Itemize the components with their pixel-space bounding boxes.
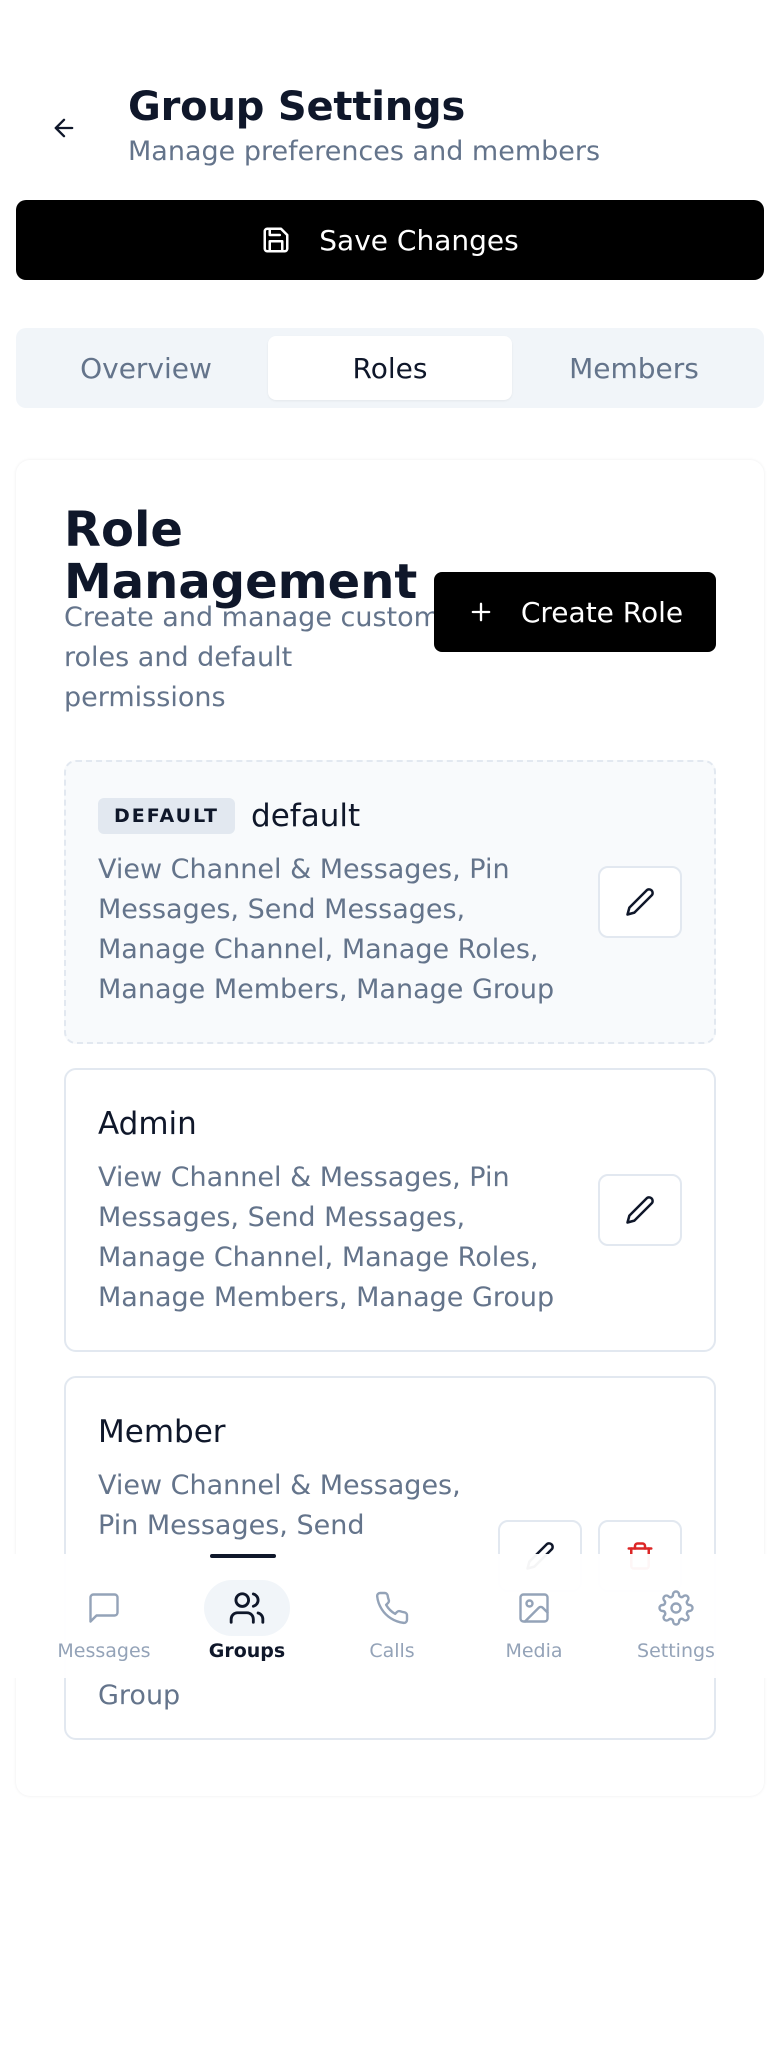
image-icon (519, 1593, 549, 1623)
role-card-admin: Admin View Channel & Messages, Pin Messa… (64, 1068, 716, 1352)
role-permissions: View Channel & Messages, Pin Messages, S… (98, 854, 555, 1005)
role-card-default: DEFAULT default View Channel & Messages,… (64, 760, 716, 1044)
edit-role-button[interactable] (598, 1174, 682, 1246)
edit-role-button[interactable] (598, 866, 682, 938)
back-button[interactable] (42, 106, 86, 150)
settings-tabs: Overview Roles Members (16, 328, 764, 408)
nav-label: Calls (369, 1640, 415, 1662)
bottom-navigation: Messages Groups Calls Media Settings (0, 1554, 780, 1678)
page-subtitle: Manage preferences and members (128, 136, 601, 167)
nav-calls[interactable]: Calls (320, 1554, 464, 1678)
tab-overview[interactable]: Overview (24, 336, 268, 400)
default-badge: DEFAULT (98, 798, 236, 834)
role-name: Admin (98, 1106, 197, 1142)
tab-roles[interactable]: Roles (268, 336, 512, 400)
create-role-button[interactable]: Create Role (434, 572, 716, 652)
role-management-title: Role Management (64, 502, 418, 610)
arrow-left-icon (54, 118, 74, 138)
nav-label: Media (505, 1640, 563, 1662)
role-name: Member (98, 1414, 226, 1450)
tab-members[interactable]: Members (512, 336, 756, 400)
create-role-label: Create Role (520, 595, 684, 629)
nav-media[interactable]: Media (462, 1554, 606, 1678)
save-icon (263, 227, 289, 253)
page-header: Group Settings Manage preferences and me… (0, 68, 780, 178)
nav-label: Settings (637, 1640, 715, 1662)
users-icon (229, 1592, 265, 1624)
nav-label: Groups (208, 1640, 286, 1662)
role-permissions-tail: Group (98, 1680, 181, 1711)
phone-icon (375, 1591, 409, 1625)
role-name: default (251, 798, 361, 834)
nav-messages[interactable]: Messages (32, 1554, 176, 1678)
role-permissions: View Channel & Messages, Pin Messages, S… (98, 1162, 555, 1313)
pencil-icon (626, 1196, 654, 1224)
save-changes-button[interactable]: Save Changes (16, 200, 764, 280)
gear-icon (658, 1590, 694, 1626)
plus-icon (471, 602, 491, 622)
nav-settings[interactable]: Settings (604, 1554, 748, 1678)
role-management-description: Create and manage custom roles and defau… (64, 602, 440, 713)
page-title: Group Settings (128, 84, 466, 130)
nav-label: Messages (57, 1640, 151, 1662)
pencil-icon (626, 888, 654, 916)
role-permissions: View Channel & Messages, Pin Messages, S… (98, 1470, 461, 1541)
message-icon (89, 1593, 119, 1623)
nav-groups[interactable]: Groups (175, 1554, 319, 1678)
save-changes-label: Save Changes (319, 223, 519, 257)
